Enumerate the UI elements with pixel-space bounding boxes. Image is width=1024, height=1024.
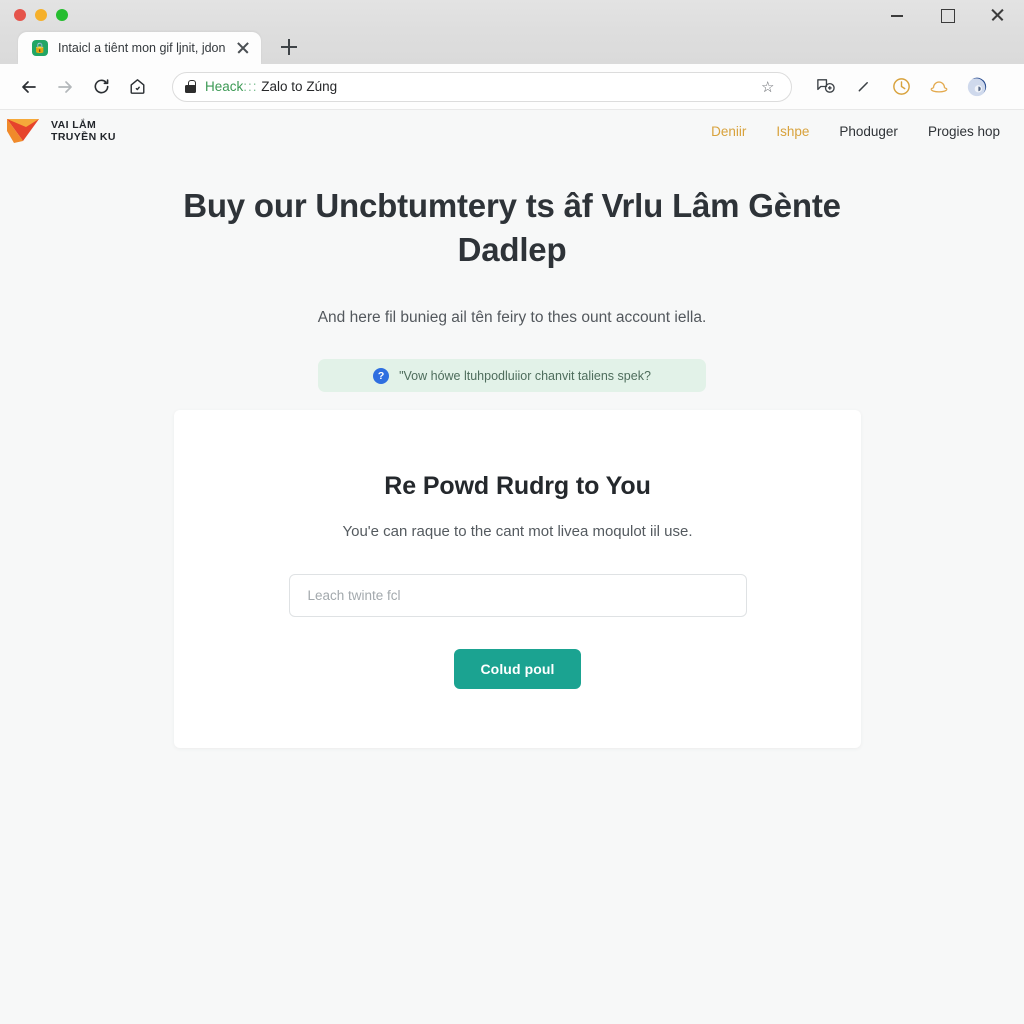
window-controls bbox=[890, 8, 1014, 23]
browser-window: 🔒 Intaicl a tiênt mon gif ljnit, jdon He… bbox=[0, 0, 1024, 1024]
home-icon[interactable] bbox=[120, 70, 154, 104]
info-banner[interactable]: ? "Vow hówe ltuhpodluiior chanvit talien… bbox=[318, 359, 706, 393]
tab-title: Intaicl a tiênt mon gif ljnit, jdon bbox=[58, 41, 226, 55]
toolbar-icon-group bbox=[812, 74, 990, 100]
minimize-traffic-light[interactable] bbox=[35, 9, 47, 21]
browser-tab[interactable]: 🔒 Intaicl a tiênt mon gif ljnit, jdon bbox=[18, 32, 262, 64]
profile-hat-icon[interactable] bbox=[926, 74, 952, 100]
window-titlebar bbox=[0, 0, 1024, 30]
page-viewport: VAI LẮM TRUYỀN KU Deniir Ishpe Phoduger … bbox=[0, 110, 1024, 1024]
lock-icon bbox=[185, 80, 196, 93]
back-icon[interactable] bbox=[12, 70, 46, 104]
url-address: Zalo to Zúng bbox=[261, 79, 338, 94]
card-title: Re Powd Rudrg to You bbox=[384, 472, 651, 500]
maximize-traffic-light[interactable] bbox=[56, 9, 68, 21]
minimize-button[interactable] bbox=[890, 8, 904, 22]
forward-icon[interactable] bbox=[48, 70, 82, 104]
brand-logo[interactable]: VAI LẮM TRUYỀN KU bbox=[6, 116, 116, 146]
tab-strip: 🔒 Intaicl a tiênt mon gif ljnit, jdon bbox=[0, 30, 1024, 64]
address-bar[interactable]: Heack::: Zalo to Zúng ☆ bbox=[172, 71, 792, 102]
nav-item-progies-hop[interactable]: Progies hop bbox=[928, 124, 1000, 139]
site-nav: Deniir Ishpe Phoduger Progies hop bbox=[711, 124, 1000, 139]
account-avatar-icon[interactable] bbox=[964, 74, 990, 100]
url-separator: ::: bbox=[243, 79, 258, 94]
tab-favicon-icon: 🔒 bbox=[32, 40, 48, 56]
site-header: VAI LẮM TRUYỀN KU Deniir Ishpe Phoduger … bbox=[0, 110, 1024, 152]
pen-icon[interactable] bbox=[850, 74, 876, 100]
traffic-lights bbox=[14, 9, 68, 21]
maximize-button[interactable] bbox=[940, 8, 955, 23]
close-button[interactable] bbox=[990, 8, 1004, 22]
extensions-icon[interactable] bbox=[812, 74, 838, 100]
question-mark-icon: ? bbox=[373, 367, 390, 384]
card-subtitle: You'e can raque to the cant mot livea mo… bbox=[342, 523, 693, 540]
hero-section: Buy our Uncbtumtery ts âf Vrlu Lâm Gènte… bbox=[0, 152, 1024, 393]
star-icon[interactable]: ☆ bbox=[761, 78, 779, 96]
reload-icon[interactable] bbox=[84, 70, 118, 104]
text-input-wrapper[interactable] bbox=[288, 574, 747, 617]
nav-item-phoduger[interactable]: Phoduger bbox=[839, 124, 898, 139]
url-text: Heack::: Zalo to Zúng bbox=[205, 79, 337, 94]
info-banner-text: "Vow hówe ltuhpodluiior chanvit taliens … bbox=[399, 368, 651, 383]
nav-item-ishpe[interactable]: Ishpe bbox=[776, 124, 809, 139]
history-clock-icon[interactable] bbox=[888, 74, 914, 100]
close-traffic-light[interactable] bbox=[14, 9, 26, 21]
hero-subtitle: And here fil bunieg ail tên feiry to the… bbox=[317, 309, 707, 327]
triangle-logo-icon bbox=[6, 116, 42, 146]
url-scheme: Heack bbox=[205, 79, 244, 94]
search-input[interactable] bbox=[307, 588, 728, 603]
signup-card: Re Powd Rudrg to You You'e can raque to … bbox=[174, 410, 861, 748]
page-title: Buy our Uncbtumtery ts âf Vrlu Lâm Gènte… bbox=[183, 187, 841, 268]
new-tab-icon[interactable] bbox=[275, 33, 303, 61]
browser-toolbar: Heack::: Zalo to Zúng ☆ bbox=[0, 64, 1024, 110]
brand-name: VAI LẮM TRUYỀN KU bbox=[51, 119, 116, 144]
brand-line-2: TRUYỀN KU bbox=[51, 131, 116, 143]
close-tab-icon[interactable] bbox=[235, 40, 251, 56]
nav-item-deniir[interactable]: Deniir bbox=[711, 124, 746, 139]
brand-line-1: VAI LẮM bbox=[51, 118, 97, 131]
submit-button[interactable]: Colud poul bbox=[454, 649, 581, 689]
